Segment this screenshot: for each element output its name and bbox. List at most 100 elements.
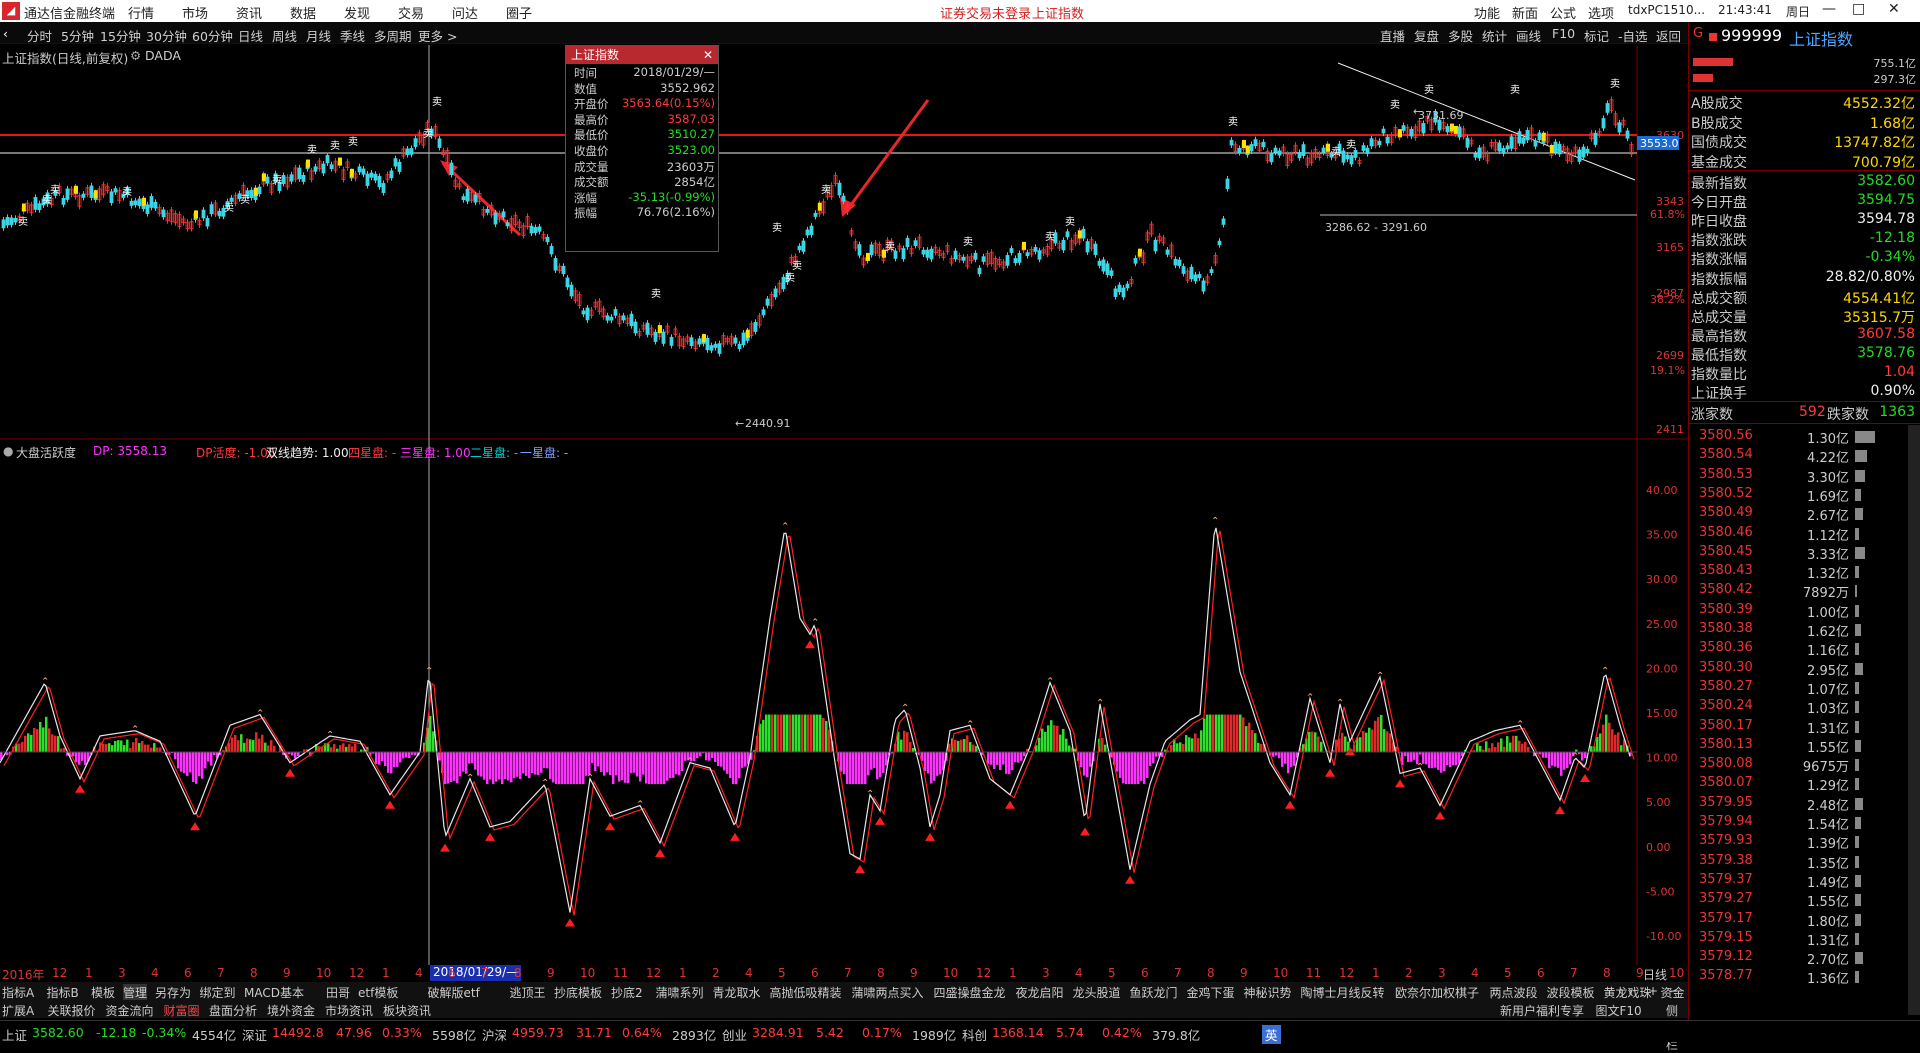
- remove-icon[interactable]: −: [1668, 984, 1678, 998]
- tabs-next-icon[interactable]: ›: [1628, 984, 1633, 998]
- template-tab[interactable]: 陶博士月线反转: [1301, 984, 1385, 1001]
- tool-watchlist[interactable]: -自选: [1618, 26, 1648, 45]
- period-more[interactable]: 更多 >: [418, 26, 457, 45]
- menu-options[interactable]: 选项: [1588, 3, 1614, 22]
- period-weekly[interactable]: 周线: [272, 26, 297, 45]
- histogram-bar: [642, 752, 645, 775]
- extension-tab[interactable]: 境外资金: [267, 1002, 315, 1019]
- menu-function[interactable]: 功能: [1474, 3, 1500, 22]
- period-multi[interactable]: 多周期: [374, 26, 412, 45]
- period-quarterly[interactable]: 季线: [340, 26, 365, 45]
- period-15min[interactable]: 15分钟: [100, 26, 141, 45]
- template-tab[interactable]: 田哥: [326, 984, 350, 1001]
- template-tab[interactable]: 指标B: [47, 984, 79, 1001]
- template-tab[interactable]: 鱼跃龙门: [1130, 984, 1178, 1001]
- template-tab[interactable]: 逃顶王: [510, 984, 546, 1001]
- template-tab[interactable]: 波段模板: [1547, 984, 1595, 1001]
- status-index-name[interactable]: 沪深: [482, 1025, 507, 1044]
- menu-new-face[interactable]: 新面: [1512, 3, 1538, 22]
- minimize-icon[interactable]: —: [1822, 1, 1836, 17]
- extension-tab[interactable]: 市场资讯: [325, 1002, 373, 1019]
- template-tab[interactable]: 两点波段: [1490, 984, 1538, 1001]
- period-daily[interactable]: 日线: [238, 26, 263, 45]
- tool-draw[interactable]: 画线: [1516, 26, 1541, 45]
- peak-marker: ⌃: [1571, 751, 1579, 762]
- extension-tab[interactable]: 资金流向: [106, 1002, 154, 1019]
- template-tab[interactable]: MACD基本: [244, 984, 304, 1001]
- template-tab[interactable]: 破解版etf: [428, 984, 480, 1001]
- template-tab[interactable]: 高抛低吸精装: [770, 984, 842, 1001]
- menu-discover[interactable]: 发现: [344, 3, 370, 22]
- sell-mark: 卖: [821, 184, 831, 196]
- right-panel: G 999999 上证指数 755.1亿 297.3亿 A股成交4552.32亿…: [1688, 22, 1920, 1020]
- candle: [1222, 219, 1225, 224]
- tick-scrollbar[interactable]: [1908, 425, 1920, 1015]
- maximize-icon[interactable]: □: [1852, 1, 1865, 17]
- template-tab[interactable]: 青龙取水: [713, 984, 761, 1001]
- period-60min[interactable]: 60分钟: [192, 26, 233, 45]
- template-tab[interactable]: 抄底模板: [554, 984, 602, 1001]
- period-intraday[interactable]: 分时: [27, 26, 52, 45]
- template-tab[interactable]: 指标A: [2, 984, 34, 1001]
- tick-volume: 2.70亿: [1777, 949, 1849, 968]
- template-tab[interactable]: 管理: [123, 984, 147, 1001]
- template-tab[interactable]: 另存为: [155, 984, 191, 1001]
- template-tab[interactable]: 欧奈尔加权棋子: [1395, 984, 1479, 1001]
- tool-replay[interactable]: 复盘: [1414, 26, 1439, 45]
- status-index-name[interactable]: 科创: [962, 1025, 987, 1044]
- tool-stats[interactable]: 统计: [1482, 26, 1507, 45]
- menu-ask[interactable]: 问达: [452, 3, 478, 22]
- tabs-prev-icon[interactable]: ‹: [1618, 984, 1623, 998]
- template-tab[interactable]: 抄底2: [611, 984, 643, 1001]
- status-index-name[interactable]: 创业: [722, 1025, 747, 1044]
- menu-trade[interactable]: 交易: [398, 3, 424, 22]
- collapse-icon[interactable]: ●: [3, 444, 13, 458]
- candle: [1526, 130, 1529, 140]
- candle: [662, 332, 665, 343]
- extension-right-tab[interactable]: 新用户福利专享: [1500, 1002, 1584, 1019]
- candle: [266, 177, 269, 183]
- close-icon[interactable]: ✕: [703, 46, 713, 64]
- template-tab[interactable]: 四盛操盘金龙: [934, 984, 1006, 1001]
- menu-data[interactable]: 数据: [290, 3, 316, 22]
- close-icon[interactable]: ✕: [1888, 1, 1900, 17]
- template-tab[interactable]: 夜龙启阳: [1016, 984, 1064, 1001]
- template-tab[interactable]: 龙头股道: [1073, 984, 1121, 1001]
- status-index-name[interactable]: 深证: [242, 1025, 267, 1044]
- period-30min[interactable]: 30分钟: [146, 26, 187, 45]
- template-tab[interactable]: etf模板: [358, 984, 398, 1001]
- histogram-bar: [129, 748, 132, 752]
- extension-tab[interactable]: 盘面分析: [209, 1002, 257, 1019]
- template-tab[interactable]: 蒲啸系列: [656, 984, 704, 1001]
- extension-tab[interactable]: 财富圈: [164, 1002, 200, 1019]
- expand-icon[interactable]: ‹: [3, 26, 8, 41]
- tool-multi-stock[interactable]: 多股: [1448, 26, 1473, 45]
- extension-right-tab[interactable]: 图文F10: [1596, 1002, 1642, 1019]
- tool-back[interactable]: 返回: [1656, 26, 1681, 45]
- tool-f10[interactable]: F10: [1552, 26, 1575, 41]
- add-icon[interactable]: +: [1648, 984, 1658, 998]
- period-5min[interactable]: 5分钟: [61, 26, 94, 45]
- menu-circle[interactable]: 圈子: [506, 3, 532, 22]
- template-tab[interactable]: 模板: [91, 984, 115, 1001]
- period-monthly[interactable]: 月线: [306, 26, 331, 45]
- extension-tab[interactable]: 关联报价: [48, 1002, 96, 1019]
- template-tab[interactable]: 神秘识势: [1244, 984, 1292, 1001]
- tool-live[interactable]: 直播: [1380, 26, 1405, 45]
- histogram-bar: [1611, 729, 1614, 752]
- extension-tab[interactable]: 扩展A: [2, 1002, 34, 1019]
- signal-candle: [866, 253, 870, 261]
- template-tab[interactable]: 绑定到: [200, 984, 236, 1001]
- menu-formula[interactable]: 公式: [1550, 3, 1576, 22]
- template-tab[interactable]: 蒲啸两点买入: [852, 984, 924, 1001]
- menu-news[interactable]: 资讯: [236, 3, 262, 22]
- menu-market[interactable]: 市场: [182, 3, 208, 22]
- extension-tab[interactable]: 板块资讯: [383, 1002, 431, 1019]
- template-tab[interactable]: 金鸡下蛋: [1187, 984, 1235, 1001]
- tool-mark[interactable]: 标记: [1584, 26, 1609, 45]
- info-popup[interactable]: 上证指数✕ 时间2018/01/29/—数值3552.962开盘价3563.64…: [565, 45, 719, 252]
- menu-quotes[interactable]: 行情: [128, 3, 154, 22]
- ime-indicator[interactable]: 英: [1262, 1025, 1281, 1044]
- status-index-name[interactable]: 上证: [2, 1025, 27, 1044]
- group-icon[interactable]: G: [1693, 26, 1703, 41]
